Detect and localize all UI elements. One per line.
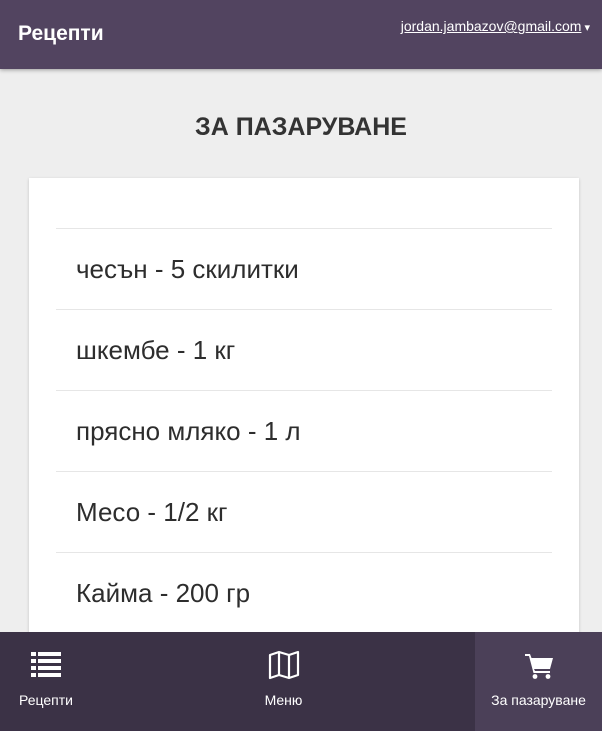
- shopping-list-item[interactable]: чесън - 5 скилитки: [56, 228, 552, 309]
- shopping-list-card: чесън - 5 скилитки шкембе - 1 кг прясно …: [29, 178, 579, 648]
- nav-label-menu: Меню: [264, 692, 303, 708]
- nav-label-recipes: Рецепти: [19, 692, 73, 708]
- nav-label-shopping: За пазаруване: [491, 692, 586, 708]
- shopping-list-item[interactable]: шкембе - 1 кг: [56, 309, 552, 390]
- shopping-list-item[interactable]: Месо - 1/2 кг: [56, 471, 552, 552]
- bottom-navigation: Рецепти Меню За пазаруване: [0, 632, 602, 731]
- map-icon: [268, 650, 299, 680]
- caret-down-icon[interactable]: ▾: [584, 22, 590, 34]
- app: Рецепти jordan.jambazov@gmail.com ▾ ЗА ПА…: [0, 0, 602, 731]
- user-email[interactable]: jordan.jambazov@gmail.com: [401, 18, 582, 34]
- nav-item-shopping[interactable]: За пазаруване: [475, 632, 602, 731]
- nav-item-recipes[interactable]: Рецепти: [0, 632, 92, 731]
- top-bar: Рецепти jordan.jambazov@gmail.com ▾: [0, 0, 602, 69]
- shopping-list: чесън - 5 скилитки шкембе - 1 кг прясно …: [56, 228, 552, 633]
- user-menu[interactable]: jordan.jambazov@gmail.com ▾: [401, 17, 590, 37]
- page-title: ЗА ПАЗАРУВАНЕ: [195, 113, 407, 141]
- shopping-list-item[interactable]: Кайма - 200 гр: [56, 552, 552, 633]
- shopping-list-item[interactable]: прясно мляко - 1 л: [56, 390, 552, 471]
- shopping-cart-icon: [524, 654, 553, 679]
- list-icon: [31, 652, 61, 677]
- nav-item-menu[interactable]: Меню: [92, 632, 475, 731]
- app-brand[interactable]: Рецепти: [18, 22, 104, 46]
